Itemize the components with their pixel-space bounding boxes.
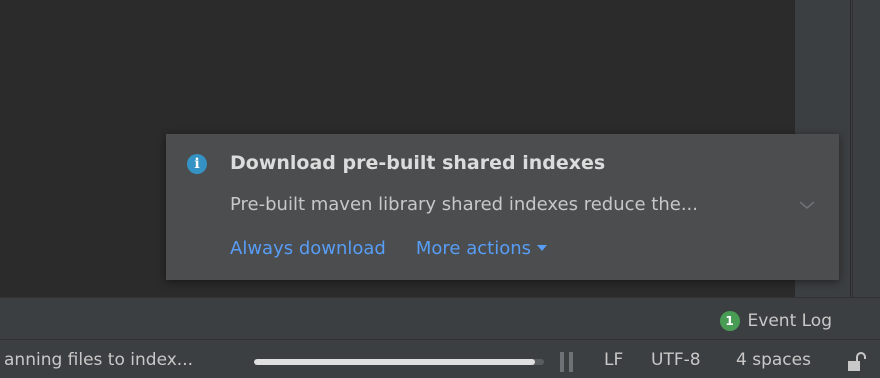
chevron-down-icon[interactable] [796, 194, 818, 216]
indent-widget[interactable]: 4 spaces [736, 350, 811, 370]
notification-balloon: i Download pre-built shared indexes Pre-… [166, 134, 839, 280]
more-actions-link[interactable]: More actions [416, 238, 547, 259]
gutter-divider [850, 0, 851, 297]
indexing-progress-bar[interactable] [254, 359, 544, 365]
pause-bar-right [569, 352, 573, 372]
right-tool-strip [852, 0, 880, 297]
pause-bar-left [560, 352, 564, 372]
tool-window-strip: 1 Event Log [0, 297, 880, 339]
status-bar: anning files to index... LF UTF-8 4 spac… [0, 339, 880, 378]
background-task-text[interactable]: anning files to index... [4, 350, 193, 370]
dropdown-caret-icon [537, 245, 547, 251]
event-log-button[interactable]: 1 Event Log [719, 311, 832, 331]
event-count-badge: 1 [719, 311, 740, 331]
more-actions-label: More actions [415, 238, 531, 259]
event-log-label: Event Log [747, 311, 832, 331]
always-download-link[interactable]: Always download [230, 238, 386, 259]
notification-body: Pre-built maven library shared indexes r… [230, 194, 698, 215]
notification-title: Download pre-built shared indexes [230, 152, 606, 174]
info-icon: i [187, 154, 207, 174]
notification-actions: Always download More actions [230, 238, 547, 259]
unlock-icon[interactable] [846, 352, 868, 372]
pause-icon[interactable] [560, 352, 574, 372]
line-separator-widget[interactable]: LF [604, 350, 623, 370]
ide-window: i Download pre-built shared indexes Pre-… [0, 0, 880, 378]
progress-fill [254, 359, 536, 365]
encoding-widget[interactable]: UTF-8 [651, 350, 701, 370]
